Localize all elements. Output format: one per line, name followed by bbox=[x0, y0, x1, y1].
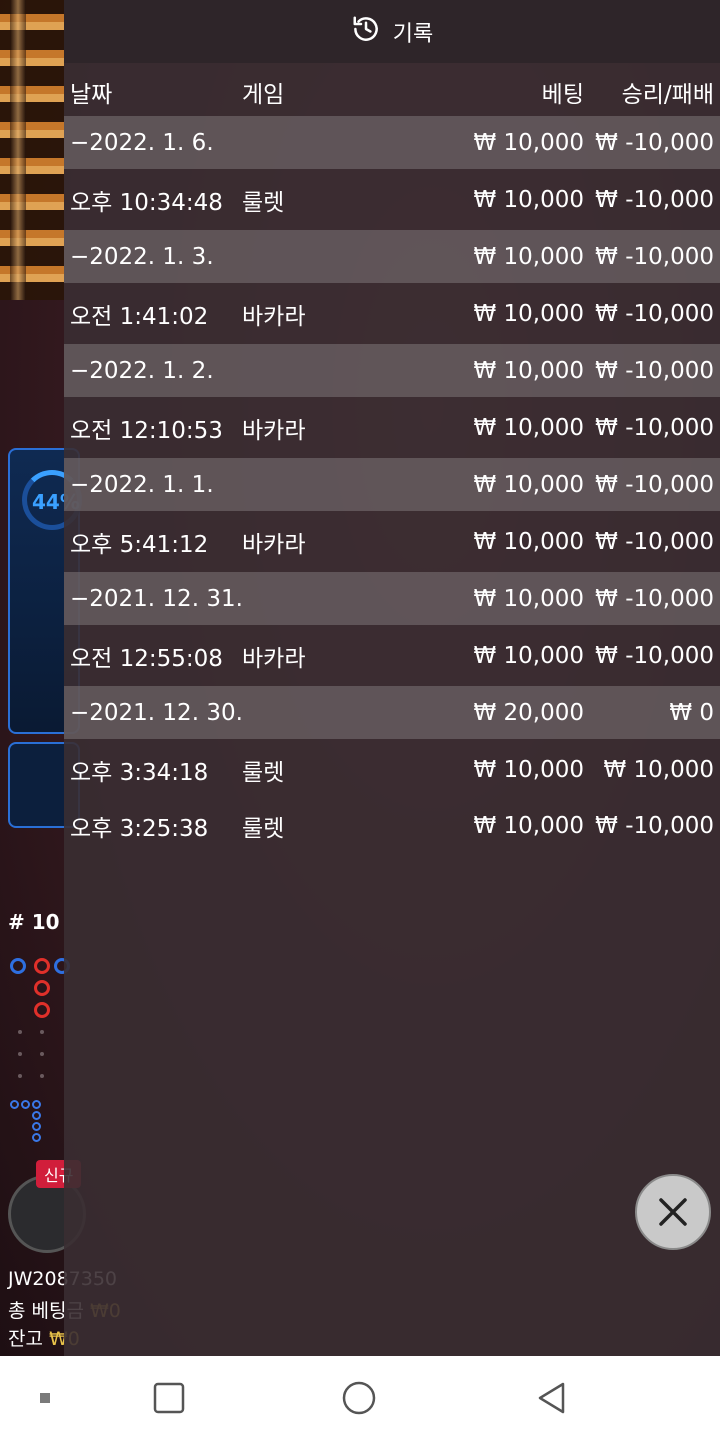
history-entry-row: 오전 1:41:02 바카라 ₩ 10,000 ₩ -10,000 bbox=[64, 283, 720, 344]
row-bet: ₩ 20,000 bbox=[473, 699, 584, 726]
road-dot bbox=[18, 1052, 22, 1056]
road-dot bbox=[40, 1074, 44, 1078]
column-headers: 날짜 게임 베팅 승리/패배 bbox=[64, 63, 720, 116]
column-bet: 베팅 bbox=[541, 82, 584, 108]
row-game: 룰렛 bbox=[242, 816, 285, 842]
history-date-row: −2021. 12. 31. ₩ 10,000 ₩ -10,000 bbox=[64, 572, 720, 625]
row-result: ₩ -10,000 bbox=[595, 813, 714, 839]
row-date: −2021. 12. 30. bbox=[70, 699, 243, 726]
square-icon bbox=[153, 1382, 185, 1414]
row-bet: ₩ 10,000 bbox=[473, 414, 584, 441]
row-time: 오후 5:41:12 bbox=[70, 531, 209, 558]
row-bet: ₩ 10,000 bbox=[473, 813, 584, 839]
close-button[interactable] bbox=[635, 1174, 711, 1250]
mini-road-marker bbox=[10, 1100, 19, 1109]
history-list: −2022. 1. 6. ₩ 10,000 ₩ -10,000 오후 10:34:48… bbox=[64, 116, 720, 852]
history-panel: 기록 날짜 게임 베팅 승리/패배 −2022. 1. 6. ₩ 10,000 ₩ … bbox=[64, 0, 720, 1356]
history-date-row: −2022. 1. 6. ₩ 10,000 ₩ -10,000 bbox=[64, 116, 720, 169]
row-game: 바카라 bbox=[242, 417, 306, 444]
road-dot bbox=[18, 1074, 22, 1078]
history-entry-row: 오후 5:41:12 바카라 ₩ 10,000 ₩ -10,000 bbox=[64, 511, 720, 572]
road-dot bbox=[40, 1030, 44, 1034]
row-time: 오전 1:41:02 bbox=[70, 303, 209, 330]
road-dot bbox=[40, 1052, 44, 1056]
triangle-back-icon bbox=[538, 1382, 565, 1414]
history-title: 기록 bbox=[392, 21, 434, 47]
row-date: −2022. 1. 3. bbox=[70, 243, 214, 270]
lamp-decoration bbox=[0, 0, 64, 300]
row-game: 룰렛 bbox=[242, 759, 285, 786]
mini-road-marker bbox=[32, 1133, 41, 1142]
history-date-row: −2022. 1. 2. ₩ 10,000 ₩ -10,000 bbox=[64, 344, 720, 397]
row-bet: ₩ 10,000 bbox=[473, 186, 584, 213]
row-bet: ₩ 10,000 bbox=[473, 300, 584, 327]
system-nav-bar bbox=[0, 1356, 720, 1440]
history-entry-row: 오후 3:25:38 룰렛 ₩ 10,000 ₩ -10,000 bbox=[64, 800, 720, 852]
row-date: −2022. 1. 2. bbox=[70, 357, 214, 384]
row-time: 오후 10:34:48 bbox=[70, 189, 223, 216]
row-bet: ₩ 10,000 bbox=[473, 129, 584, 156]
nav-recents-button[interactable] bbox=[138, 1356, 200, 1440]
history-entry-row: 오후 3:34:18 룰렛 ₩ 10,000 ₩ 10,000 bbox=[64, 739, 720, 800]
nav-home-button[interactable] bbox=[328, 1356, 390, 1440]
row-game: 바카라 bbox=[242, 303, 306, 330]
history-entry-row: 오후 10:34:48 룰렛 ₩ 10,000 ₩ -10,000 bbox=[64, 169, 720, 230]
row-date: −2022. 1. 1. bbox=[70, 471, 214, 498]
row-result: ₩ -10,000 bbox=[595, 471, 714, 498]
road-marker bbox=[34, 1002, 50, 1018]
close-icon bbox=[659, 1198, 687, 1226]
row-result: ₩ -10,000 bbox=[595, 186, 714, 213]
nav-menu-button[interactable] bbox=[20, 1356, 70, 1440]
nav-back-button[interactable] bbox=[520, 1356, 582, 1440]
circle-icon bbox=[342, 1381, 376, 1415]
row-bet: ₩ 10,000 bbox=[473, 528, 584, 555]
row-bet: ₩ 10,000 bbox=[473, 756, 584, 783]
road-dot bbox=[18, 1030, 22, 1034]
road-marker bbox=[10, 958, 26, 974]
mini-road-marker bbox=[21, 1100, 30, 1109]
row-time: 오후 3:25:38 bbox=[70, 816, 209, 842]
road-marker bbox=[34, 980, 50, 996]
column-result: 승리/패배 bbox=[621, 82, 714, 108]
row-game: 바카라 bbox=[242, 531, 306, 558]
mini-road-marker bbox=[32, 1111, 41, 1120]
row-game: 바카라 bbox=[242, 645, 306, 672]
row-result: ₩ -10,000 bbox=[595, 300, 714, 327]
history-entry-row: 오전 12:55:08 바카라 ₩ 10,000 ₩ -10,000 bbox=[64, 625, 720, 686]
column-game: 게임 bbox=[242, 82, 285, 108]
app-screen: 44% # 10 신규 JW2087350 총 베팅금 ₩0 잔고 ₩0 bbox=[0, 0, 720, 1440]
row-result: ₩ -10,000 bbox=[595, 129, 714, 156]
row-bet: ₩ 10,000 bbox=[473, 585, 584, 612]
small-square-icon bbox=[40, 1393, 50, 1403]
history-icon bbox=[351, 14, 381, 50]
column-date: 날짜 bbox=[70, 82, 113, 108]
row-bet: ₩ 10,000 bbox=[473, 357, 584, 384]
row-time: 오전 12:55:08 bbox=[70, 645, 223, 672]
row-date: −2021. 12. 31. bbox=[70, 585, 243, 612]
round-label: # 10 bbox=[8, 910, 60, 934]
row-result: ₩ -10,000 bbox=[595, 243, 714, 270]
row-time: 오후 3:34:18 bbox=[70, 759, 209, 786]
history-date-row: −2022. 1. 3. ₩ 10,000 ₩ -10,000 bbox=[64, 230, 720, 283]
history-date-row: −2022. 1. 1. ₩ 10,000 ₩ -10,000 bbox=[64, 458, 720, 511]
row-result: ₩ -10,000 bbox=[595, 528, 714, 555]
row-result: ₩ 10,000 bbox=[603, 756, 714, 783]
row-bet: ₩ 10,000 bbox=[473, 471, 584, 498]
row-result: ₩ 0 bbox=[669, 699, 714, 726]
row-result: ₩ -10,000 bbox=[595, 642, 714, 669]
mini-road-marker bbox=[32, 1122, 41, 1131]
row-result: ₩ -10,000 bbox=[595, 357, 714, 384]
row-result: ₩ -10,000 bbox=[595, 414, 714, 441]
row-bet: ₩ 10,000 bbox=[473, 642, 584, 669]
row-time: 오전 12:10:53 bbox=[70, 417, 223, 444]
road-marker bbox=[34, 958, 50, 974]
row-game: 룰렛 bbox=[242, 189, 285, 216]
row-bet: ₩ 10,000 bbox=[473, 243, 584, 270]
history-date-row: −2021. 12. 30. ₩ 20,000 ₩ 0 bbox=[64, 686, 720, 739]
history-header: 기록 bbox=[64, 0, 720, 63]
mini-road-marker bbox=[32, 1100, 41, 1109]
row-date: −2022. 1. 6. bbox=[70, 129, 214, 156]
row-result: ₩ -10,000 bbox=[595, 585, 714, 612]
history-entry-row: 오전 12:10:53 바카라 ₩ 10,000 ₩ -10,000 bbox=[64, 397, 720, 458]
